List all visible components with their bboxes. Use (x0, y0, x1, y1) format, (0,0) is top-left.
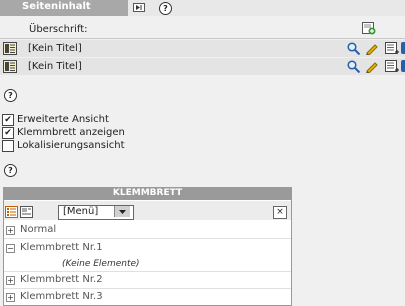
localization-view-checkbox[interactable] (2, 140, 14, 152)
clipboard-title: KLEMMBRETT (3, 187, 292, 200)
help-icon[interactable]: ? (159, 2, 172, 15)
list-item[interactable]: − Klemmbrett Nr.1 (4, 239, 291, 256)
list-item[interactable]: + Klemmbrett Nr.3 (4, 288, 291, 305)
record-row: [Kein Titel] (0, 58, 405, 75)
record-title[interactable]: [Kein Titel] (28, 61, 82, 72)
list-item[interactable]: + Klemmbrett Nr.2 (4, 271, 291, 288)
ueberschrift-label: Überschrift: (29, 24, 88, 35)
expand-icon[interactable]: + (6, 276, 15, 285)
clipboard-menu-value: [Menü] (63, 206, 99, 217)
content-element-icon[interactable] (3, 42, 17, 55)
magnifier-icon[interactable] (347, 42, 361, 58)
chevron-down-icon[interactable] (114, 206, 130, 217)
list-item[interactable]: + Normal (4, 221, 291, 238)
clipboard-toolbar (4, 201, 291, 220)
new-after-icon[interactable] (385, 42, 399, 58)
list-item-label: Normal (20, 224, 57, 235)
expand-icon[interactable]: + (6, 293, 15, 302)
move-icon[interactable] (401, 60, 405, 72)
extended-view-checkbox[interactable]: ✔ (2, 114, 14, 126)
list-item-label: Klemmbrett Nr.1 (20, 242, 103, 253)
page-title: Seiteninhalt (22, 1, 91, 12)
localization-view-label: Lokalisierungsansicht (17, 140, 125, 151)
list-view-icon[interactable] (5, 206, 18, 221)
new-record-icon[interactable] (362, 22, 376, 35)
show-clipboard-checkbox[interactable]: ✔ (2, 127, 14, 139)
record-title[interactable]: [Kein Titel] (28, 43, 82, 54)
content-element-icon[interactable] (3, 60, 17, 73)
help-icon[interactable]: ? (4, 89, 17, 102)
new-after-icon[interactable] (385, 60, 399, 76)
pencil-icon[interactable] (365, 60, 379, 76)
expand-icon[interactable]: + (6, 226, 15, 235)
show-clipboard-label: Klemmbrett anzeigen (17, 127, 125, 138)
help-icon[interactable]: ? (4, 164, 17, 177)
header-toggle-icon[interactable] (133, 3, 145, 12)
move-icon[interactable] (401, 42, 405, 54)
magnifier-icon[interactable] (347, 60, 361, 76)
list-item-label: Klemmbrett Nr.2 (20, 274, 103, 285)
thumbnail-view-icon[interactable] (20, 206, 33, 221)
extended-view-label: Erweiterte Ansicht (17, 114, 109, 125)
record-row: [Kein Titel] (0, 40, 405, 57)
empty-note: (Keine Elemente) (62, 259, 140, 269)
list-item-label: Klemmbrett Nr.3 (20, 291, 103, 302)
pencil-icon[interactable] (365, 42, 379, 58)
divider (0, 38, 405, 39)
collapse-icon[interactable]: − (6, 244, 15, 253)
clipboard-close-button[interactable]: × (273, 206, 287, 219)
